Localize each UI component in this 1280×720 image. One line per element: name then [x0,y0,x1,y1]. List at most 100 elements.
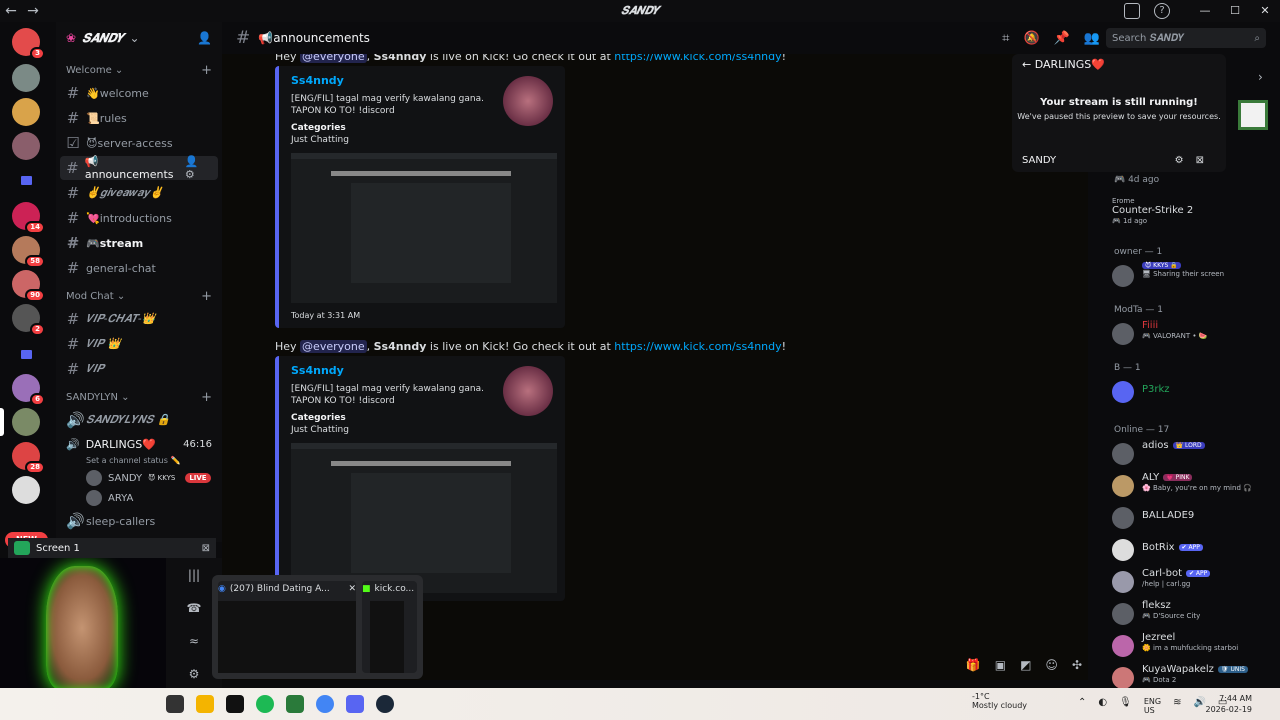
voice-user-arya[interactable]: ARYA [56,488,222,508]
chevron-up-icon[interactable]: ⌃ [1078,697,1086,715]
member-fleksz[interactable]: fleksz 🎮 D'Source City [1104,600,1280,630]
member-fiji[interactable]: Fiiii 🎮 VALORANT • 🍉 [1104,320,1280,350]
server-icon[interactable]: 90 [12,270,45,302]
channel-stream[interactable]: # 🎮stream [60,231,218,255]
emoji-icon[interactable]: ☺ [1045,658,1058,672]
spotify-icon[interactable] [256,695,274,713]
channel-sandylyns[interactable]: 🔊 𝑺𝑨𝑵𝑫𝒀𝑳𝒀𝑵𝑺 🔒 [60,408,218,432]
server-icon[interactable]: 3 [12,28,45,60]
server-icon[interactable]: 58 [12,236,45,268]
stream-settings-icon[interactable]: ⚙⊠ [1175,155,1216,166]
server-icon[interactable]: 6 [12,374,45,406]
file-explorer-icon[interactable] [196,695,214,713]
member-kuyawapakelz[interactable]: KuyaWapakelz 🛡 UNIS 🎮 Dota 2 [1104,664,1280,688]
mention-everyone[interactable]: @everyone [300,54,367,63]
member-erome[interactable]: Erome Counter-Strike 2 🎮 1d ago [1104,196,1280,230]
server-icon[interactable]: 14 [12,202,45,234]
noise-suppression-icon[interactable]: ≈ [189,634,199,648]
embed-thumbnail[interactable] [503,76,553,126]
add-member-icon[interactable]: 👤 [197,31,212,45]
server-icon[interactable] [12,476,40,504]
member-aly[interactable]: ALY 💗 PINK 🌸 Baby, you're on my mind 🎧 [1104,472,1280,502]
language-indicator[interactable]: ENG US [1144,697,1161,715]
preview-kick-window[interactable]: ■ kick.co... [362,581,417,673]
stream-back[interactable]: ← DARLINGS❤️ [1012,54,1226,75]
category-mod-chat[interactable]: Mod Chat ⌄ + [56,286,222,306]
channel-settings-icon[interactable]: 👤⚙ [185,155,212,181]
back-arrow-icon[interactable]: ← [0,3,22,19]
voice-user-sandy[interactable]: SANDY 😈 KKYS LIVE [56,468,222,488]
add-channel-icon[interactable]: + [201,289,212,304]
kick-link[interactable]: https://www.kick.com/ss4nndy [614,340,781,353]
close-button[interactable]: ✕ [1250,0,1280,22]
chevron-right-icon[interactable]: › [1258,70,1263,84]
close-preview-icon[interactable]: ✕ [348,584,356,594]
discord-icon[interactable] [346,695,364,713]
channel-announcements[interactable]: # 📢announcements 👤⚙ [60,155,218,181]
tiktok-icon[interactable] [226,695,244,713]
channel-giveaway[interactable]: # ✌️𝒈𝒊𝒗𝒆𝒂𝒘𝒂𝒚✌️ [60,181,218,205]
spreadsheet-app-icon[interactable] [1238,100,1268,130]
voice-channel-darlings[interactable]: 🔊 DARLINGS❤️ 46:16 [60,433,218,455]
help-icon[interactable]: ? [1154,3,1170,19]
channel-welcome[interactable]: # 👋welcome [60,81,218,105]
embed-image[interactable] [291,443,557,593]
network-tray-icon[interactable]: ◐ [1098,697,1107,715]
category-sandylyn[interactable]: SANDYLYN ⌄ + [56,387,222,407]
category-welcome[interactable]: Welcome ⌄ + [56,60,222,80]
kick-link[interactable]: https://www.kick.com/ss4nndy [614,54,781,63]
server-icon[interactable]: 28 [12,442,45,474]
member-adios[interactable]: adios 👑 LORD [1104,440,1280,470]
weather-widget[interactable]: -1°C Mostly cloudy [972,692,1027,710]
stop-share-icon[interactable]: ⊠ [202,543,210,554]
forward-arrow-icon[interactable]: → [22,3,44,19]
embed-thumbnail[interactable] [503,366,553,416]
server-icon[interactable] [12,64,40,92]
member-botrix[interactable]: BotRix ✔ APP [1104,536,1280,566]
sticker-icon[interactable]: ◩ [1020,658,1031,672]
soundboard-icon[interactable]: ||| [188,568,200,582]
server-header[interactable]: ❀ 𝑺𝑨𝑵𝑫𝒀 ⌄ 👤 [56,22,222,54]
gif-icon[interactable]: ▣ [995,658,1006,672]
search-input[interactable]: Search 𝑺𝑨𝑵𝑫𝒀 ⌕ [1106,28,1266,48]
threads-icon[interactable]: ⌗ [1002,31,1009,46]
minimize-button[interactable]: — [1190,0,1220,22]
pin-icon[interactable]: 📌 [1054,31,1070,46]
maximize-button[interactable]: ☐ [1220,0,1250,22]
wifi-icon[interactable]: ≋ [1173,697,1181,715]
channel-introductions[interactable]: # 💘introductions [60,206,218,230]
settings-icon[interactable]: ⚙ [189,667,200,681]
voice-channel-status[interactable]: Set a channel status ✏️ [56,456,222,468]
channel-vip-chat[interactable]: # 𝑽𝑰𝑷-𝑪𝑯𝑨𝑻-👑 [60,307,218,331]
preview-chrome-window[interactable]: ◉ (207) Blind Dating A... ✕ [218,581,356,673]
channel-general-chat[interactable]: # general-chat [60,256,218,280]
server-icon[interactable] [12,132,40,160]
app-icon[interactable] [166,695,184,713]
server-icon[interactable] [12,98,40,126]
channel-server-access[interactable]: ☑ 😈server-access [60,131,218,155]
clock[interactable]: 7:44 AM 2026-02-19 [1206,693,1253,715]
embed-image[interactable] [291,153,557,303]
member-list-icon[interactable]: 👥 [1084,31,1100,46]
apps-icon[interactable]: ✣ [1072,658,1082,672]
add-channel-icon[interactable]: + [201,390,212,405]
chrome-icon[interactable] [316,695,334,713]
inbox-icon[interactable] [1124,3,1140,19]
member-jezreel[interactable]: Jezreel 🌼 im a muhfucking starboi [1104,632,1280,662]
add-channel-icon[interactable]: + [201,63,212,78]
member-p3rkz[interactable]: P3rkz [1104,378,1280,408]
server-icon[interactable]: 2 [12,304,45,336]
server-icon-sandy[interactable] [12,408,40,436]
disconnect-icon[interactable]: ☎ [187,601,202,615]
app-icon[interactable] [286,695,304,713]
channel-vip-2[interactable]: # 𝑽𝑰𝑷 [60,357,218,381]
member-carl-bot[interactable]: Carl-bot ✔ APP/help | carl.gg [1104,568,1280,598]
folder-icon[interactable] [12,166,40,194]
member-owner[interactable]: 😈 KKYS 🔒 🖥 Sharing their screen [1104,262,1280,292]
channel-rules[interactable]: # 📜rules [60,106,218,130]
microphone-icon[interactable]: 🎙 [1119,697,1132,715]
gift-icon[interactable]: 🎁 [966,658,981,672]
steam-icon[interactable] [376,695,394,713]
member-ballade9[interactable]: BALLADE9 [1104,504,1280,534]
notification-bell-icon[interactable]: 🔕 [1023,31,1039,46]
